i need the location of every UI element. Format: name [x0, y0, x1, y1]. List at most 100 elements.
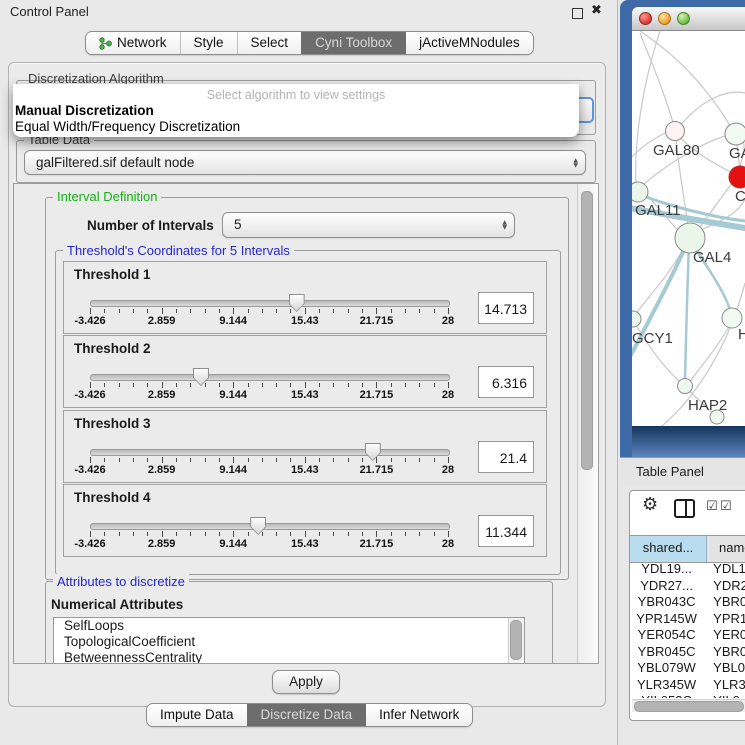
tab-label: Infer Network	[379, 704, 459, 726]
network-node[interactable]	[725, 123, 745, 145]
slider-tick	[147, 458, 148, 462]
slider-tick	[205, 383, 206, 387]
tab-cyni-toolbox[interactable]: Cyni Toolbox	[301, 32, 405, 54]
number-of-intervals-combo[interactable]: 5 ▲▼	[222, 212, 515, 238]
close-traffic-light[interactable]	[639, 12, 652, 25]
threshold-value-field[interactable]: 21.4	[478, 441, 534, 473]
table-row[interactable]: YLR345WYLR3	[630, 677, 745, 694]
column-header-name[interactable]: name	[707, 536, 745, 562]
network-canvas[interactable]: GAL80GACGAL11GAL4GCY1HHAP2	[632, 31, 745, 426]
checkbox-icon[interactable]: ☑	[720, 499, 732, 514]
cell-name[interactable]: YPR1	[703, 611, 745, 628]
cell-shared-name[interactable]: YBR045C	[630, 644, 703, 661]
cell-shared-name[interactable]: YBR043C	[630, 594, 703, 611]
tab-jactivemnodules[interactable]: jActiveMNodules	[405, 32, 533, 54]
slider-tick	[190, 309, 191, 313]
attribute-list-item[interactable]: BetweennessCentrality	[54, 650, 524, 664]
menu-item-equal-width-frequency[interactable]: Equal Width/Frequency Discretization	[13, 118, 579, 134]
cell-name[interactable]: YBL0	[703, 660, 745, 677]
cell-shared-name[interactable]: YPR145W	[630, 611, 703, 628]
table-hscrollbar[interactable]	[632, 699, 745, 712]
slider-track[interactable]	[90, 300, 450, 307]
attribute-list-item[interactable]: SelfLoops	[54, 618, 524, 634]
slider-track[interactable]	[90, 523, 450, 530]
gear-icon[interactable]: ⚙	[642, 494, 658, 515]
float-window-icon[interactable]	[572, 8, 583, 19]
slider-thumb[interactable]	[193, 368, 209, 386]
slider-tick	[305, 382, 306, 388]
numerical-attributes-list[interactable]: SelfLoopsTopologicalCoefficientBetweenne…	[53, 617, 525, 664]
menu-item-manual-discretization[interactable]: Manual Discretization	[13, 102, 579, 118]
cell-shared-name[interactable]: YIL052C	[630, 693, 703, 698]
threshold-value-field[interactable]: 6.316	[478, 366, 534, 398]
list-scrollbar[interactable]	[508, 618, 524, 664]
slider-track[interactable]	[90, 374, 450, 381]
threshold-label: Threshold 1	[74, 267, 151, 282]
cell-name[interactable]: YDR2	[703, 578, 745, 595]
cell-name[interactable]: YIL0	[703, 693, 745, 698]
network-node[interactable]	[678, 379, 693, 394]
table-row[interactable]: YBL079WYBL0	[630, 660, 745, 677]
slider-thumb[interactable]	[250, 517, 266, 535]
network-node[interactable]	[666, 122, 685, 141]
network-node[interactable]	[632, 182, 648, 202]
attributes-group-title: Attributes to discretize	[53, 574, 189, 589]
table-row[interactable]: YDR27...YDR2	[630, 578, 745, 595]
column-header-shared-name[interactable]: shared...	[630, 536, 707, 562]
cell-shared-name[interactable]: YER054C	[630, 627, 703, 644]
slider-tick	[104, 309, 105, 313]
cell-name[interactable]: YBR0	[703, 644, 745, 661]
panel-scrollbar-thumb[interactable]	[581, 191, 593, 470]
table-data-combo[interactable]: galFiltered.sif default node ▲▼	[24, 150, 586, 175]
slider-tick-label: 9.144	[219, 389, 247, 401]
slider-tick	[233, 308, 234, 314]
network-node[interactable]	[632, 311, 641, 327]
cell-name[interactable]: YDL1	[703, 561, 745, 578]
threshold-value-field[interactable]: 14.713	[478, 292, 534, 324]
cell-shared-name[interactable]: YBL079W	[630, 660, 703, 677]
apply-button[interactable]: Apply	[272, 670, 340, 694]
network-node[interactable]	[722, 308, 742, 328]
minimize-traffic-light[interactable]	[658, 12, 671, 25]
cell-name[interactable]: YLR3	[703, 677, 745, 694]
slider-tick	[162, 308, 163, 314]
tab-select[interactable]: Select	[237, 32, 302, 54]
table-row[interactable]: YIL052CYIL0	[630, 693, 745, 698]
tab-style[interactable]: Style	[180, 32, 237, 54]
table-row[interactable]: YER054CYER0	[630, 627, 745, 644]
table-rows: YDL19...YDL1YDR27...YDR2YBR043CYBR0YPR14…	[630, 561, 745, 698]
slider-track[interactable]	[90, 449, 450, 456]
table-row[interactable]: YBR043CYBR0	[630, 594, 745, 611]
algorithm-hint: Select algorithm to view settings	[13, 84, 579, 102]
slider-thumb[interactable]	[365, 443, 381, 461]
table-row[interactable]: YBR045CYBR0	[630, 644, 745, 661]
zoom-traffic-light[interactable]	[677, 12, 690, 25]
slider-tick	[262, 458, 263, 462]
checkbox-icon[interactable]: ☑	[706, 499, 718, 514]
cell-shared-name[interactable]: YDR27...	[630, 578, 703, 595]
close-icon[interactable]: ✖	[591, 3, 602, 18]
slider-tick	[348, 458, 349, 462]
table-row[interactable]: YDL19...YDL1	[630, 561, 745, 578]
cell-name[interactable]: YBR0	[703, 594, 745, 611]
slider-tick	[147, 383, 148, 387]
cell-shared-name[interactable]: YLR345W	[630, 677, 703, 694]
slider-tick	[190, 383, 191, 387]
network-window-titlebar[interactable]	[632, 7, 745, 31]
threshold-label: Threshold 2	[74, 341, 151, 356]
slider-tick	[290, 309, 291, 313]
tab-infer-network[interactable]: Infer Network	[365, 704, 472, 726]
columns-icon[interactable]	[674, 499, 695, 518]
tab-impute-data[interactable]: Impute Data	[147, 704, 247, 726]
cell-shared-name[interactable]: YDL19...	[630, 561, 703, 578]
slider-tick	[376, 382, 377, 388]
slider-tick	[376, 457, 377, 463]
cell-name[interactable]: YER0	[703, 627, 745, 644]
table-row[interactable]: YPR145WYPR1	[630, 611, 745, 628]
table-panel-title: Table Panel	[636, 464, 704, 479]
panel-scrollbar[interactable]	[577, 184, 599, 663]
tab-discretize-data[interactable]: Discretize Data	[247, 704, 366, 726]
attribute-list-item[interactable]: TopologicalCoefficient	[54, 634, 524, 650]
tab-network[interactable]: Network	[86, 32, 180, 54]
threshold-value-field[interactable]: 11.344	[478, 515, 534, 547]
